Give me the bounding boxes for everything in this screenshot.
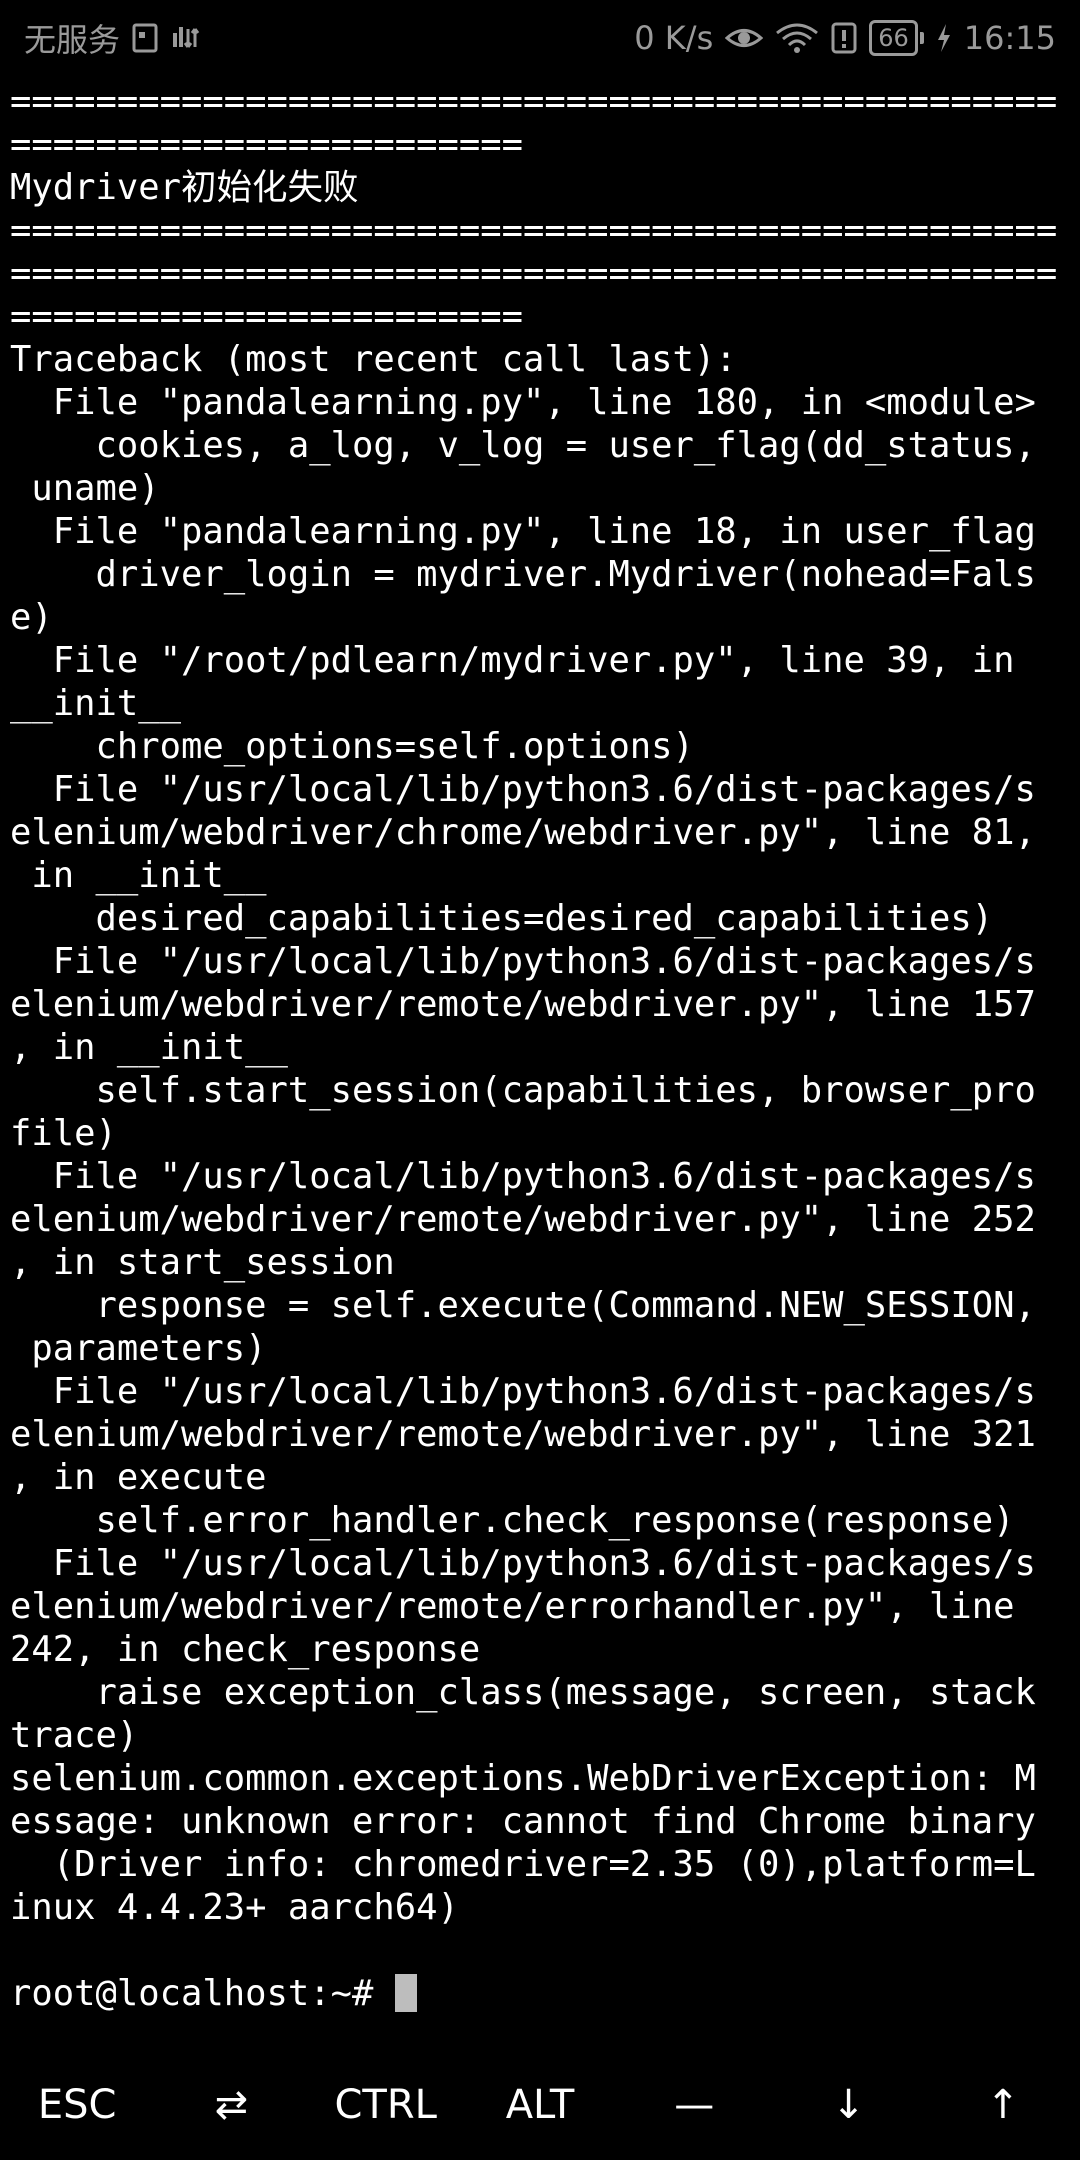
terminal-line: File "/root/pdlearn/mydriver.py", line 3… — [10, 640, 1015, 681]
ctrl-key[interactable]: CTRL — [316, 2055, 456, 2155]
terminal-output[interactable]: ======================== ================… — [10, 80, 1074, 2015]
down-arrow-key[interactable]: ↓ — [779, 2055, 919, 2155]
terminal-line: (Driver info: chromedriver=2.35 (0),plat… — [10, 1844, 1036, 1885]
battery-icon: 66 — [869, 20, 924, 56]
terminal-line: self.start_session(capabilities, browser… — [10, 1070, 1036, 1111]
terminal-line: ======================== — [10, 296, 523, 337]
status-bar: 无服务 0 K/s 66 16:15 — [0, 0, 1080, 76]
terminal-line: Traceback (most recent call last): — [10, 339, 737, 380]
terminal-line: ======================== — [10, 124, 523, 165]
terminal-line: selenium.common.exceptions.WebDriverExce… — [10, 1758, 1036, 1799]
terminal-line: File "/usr/local/lib/python3.6/dist-pack… — [10, 1156, 1036, 1197]
terminal-line: File "/usr/local/lib/python3.6/dist-pack… — [10, 769, 1036, 810]
alert-icon — [831, 22, 857, 54]
terminal-line: e) — [10, 597, 53, 638]
terminal-line: in __init__ — [10, 855, 267, 896]
terminal-line: self.error_handler.check_response(respon… — [10, 1500, 1015, 1541]
terminal-line: elenium/webdriver/remote/errorhandler.py… — [10, 1586, 1015, 1627]
terminal-line: trace) — [10, 1715, 139, 1756]
battery-level: 66 — [869, 20, 918, 56]
carrier-label: 无服务 — [24, 21, 121, 59]
status-left: 无服务 — [24, 15, 200, 61]
wifi-icon — [775, 23, 819, 53]
terminal-line: elenium/webdriver/remote/webdriver.py", … — [10, 1199, 1036, 1240]
terminal-line: essage: unknown error: cannot find Chrom… — [10, 1801, 1036, 1842]
terminal-line: desired_capabilities=desired_capabilitie… — [10, 898, 994, 939]
terminal-line: elenium/webdriver/chrome/webdriver.py", … — [10, 812, 1036, 853]
terminal-line: File "/usr/local/lib/python3.6/dist-pack… — [10, 941, 1036, 982]
terminal-line: parameters) — [10, 1328, 267, 1369]
terminal-line: File "pandalearning.py", line 180, in <m… — [10, 382, 1036, 423]
up-arrow-key[interactable]: ↑ — [933, 2055, 1073, 2155]
terminal-line: inux 4.4.23+ aarch64) — [10, 1887, 459, 1928]
terminal-line: File "/usr/local/lib/python3.6/dist-pack… — [10, 1371, 1036, 1412]
terminal-cursor — [394, 1974, 417, 2012]
terminal-line: file) — [10, 1113, 117, 1154]
terminal-line: driver_login = mydriver.Mydriver(nohead=… — [10, 554, 1036, 595]
battery-tip — [919, 32, 924, 44]
charging-icon — [936, 23, 952, 53]
network-speed: 0 K/s — [634, 19, 714, 57]
sim-card-icon — [132, 23, 158, 53]
terminal-line: elenium/webdriver/remote/webdriver.py", … — [10, 984, 1036, 1025]
dash-key[interactable]: — — [624, 2055, 764, 2155]
terminal-line: raise exception_class(message, screen, s… — [10, 1672, 1036, 1713]
signal-data-icon — [170, 23, 200, 53]
esc-key[interactable]: ESC — [7, 2055, 147, 2155]
terminal-line: , in execute — [10, 1457, 267, 1498]
terminal-line: , in start_session — [10, 1242, 395, 1283]
terminal-line: ========================================… — [10, 253, 1058, 294]
extra-keys-bar: ESC ⇄ CTRL ALT — ↓ ↑ — [0, 2050, 1080, 2160]
terminal-line: chrome_options=self.options) — [10, 726, 694, 767]
terminal-line: File "/usr/local/lib/python3.6/dist-pack… — [10, 1543, 1036, 1584]
terminal-line: , in __init__ — [10, 1027, 288, 1068]
terminal-line: elenium/webdriver/remote/webdriver.py", … — [10, 1414, 1036, 1455]
eye-icon — [725, 23, 764, 53]
terminal-line: Mydriver初始化失败 — [10, 167, 359, 208]
terminal-line: root@localhost:~# — [10, 1972, 1074, 2015]
terminal-line: ========================================… — [10, 81, 1058, 122]
status-right: 0 K/s 66 16:15 — [634, 19, 1056, 57]
terminal-line: __init__ — [10, 683, 181, 724]
terminal-line: response = self.execute(Command.NEW_SESS… — [10, 1285, 1036, 1326]
terminal-line: cookies, a_log, v_log = user_flag(dd_sta… — [10, 425, 1036, 466]
clock: 16:15 — [963, 19, 1056, 57]
terminal-line: 242, in check_response — [10, 1629, 481, 1670]
alt-key[interactable]: ALT — [470, 2055, 610, 2155]
terminal-line: uname) — [10, 468, 160, 509]
tab-key[interactable]: ⇄ — [161, 2055, 301, 2155]
terminal-line: File "pandalearning.py", line 18, in use… — [10, 511, 1036, 552]
terminal-line: ========================================… — [10, 210, 1058, 251]
